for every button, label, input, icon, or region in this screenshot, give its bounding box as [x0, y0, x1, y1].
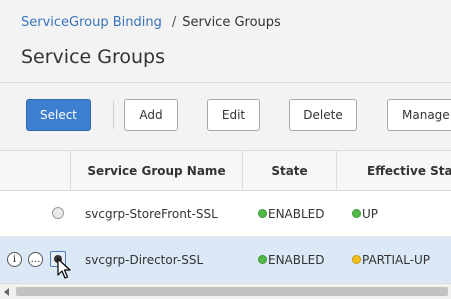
status-green-icon — [352, 209, 361, 218]
breadcrumb-separator: / — [171, 15, 177, 30]
more-icon-glyph: … — [30, 253, 41, 265]
column-header-service-group-name[interactable]: Service Group Name — [71, 150, 242, 191]
select-button[interactable]: Select — [26, 99, 91, 131]
toolbar-separator — [113, 101, 114, 129]
effective-state-value: UP — [362, 207, 379, 221]
status-green-icon — [258, 255, 267, 264]
horizontal-scrollbar[interactable] — [0, 283, 451, 299]
edit-button[interactable]: Edit — [207, 99, 260, 131]
add-button[interactable]: Add — [124, 99, 178, 131]
breadcrumb: ServiceGroup Binding / Service Groups — [21, 15, 281, 31]
table-row[interactable]: svcgrp-StoreFront-SSL ENABLED UP — [0, 191, 451, 237]
scroll-left-arrow-icon[interactable] — [4, 288, 9, 296]
service-group-name: svcgrp-StoreFront-SSL — [85, 207, 218, 221]
status-yellow-icon — [352, 255, 361, 264]
delete-button[interactable]: Delete — [289, 99, 357, 131]
state-value: ENABLED — [268, 253, 325, 267]
mouse-pointer-icon — [57, 258, 71, 279]
state-value: ENABLED — [268, 207, 325, 221]
row-select-radio[interactable] — [52, 207, 64, 219]
breadcrumb-link-servicegroup-binding[interactable]: ServiceGroup Binding — [21, 15, 162, 30]
manage-button[interactable]: Manage — [387, 99, 451, 131]
status-green-icon — [258, 209, 267, 218]
more-icon[interactable]: … — [28, 252, 43, 267]
info-icon[interactable]: i — [7, 252, 22, 267]
breadcrumb-current: Service Groups — [182, 15, 281, 30]
column-header-effective-state[interactable]: Effective State — [337, 150, 451, 191]
service-group-name: svcgrp-Director-SSL — [85, 253, 204, 267]
header-divider — [0, 82, 451, 83]
effective-state-value: PARTIAL-UP — [362, 253, 431, 267]
scrollbar-thumb[interactable] — [16, 287, 448, 296]
page-title: Service Groups — [21, 46, 166, 68]
column-header-state[interactable]: State — [243, 150, 336, 191]
info-icon-glyph: i — [12, 253, 17, 265]
